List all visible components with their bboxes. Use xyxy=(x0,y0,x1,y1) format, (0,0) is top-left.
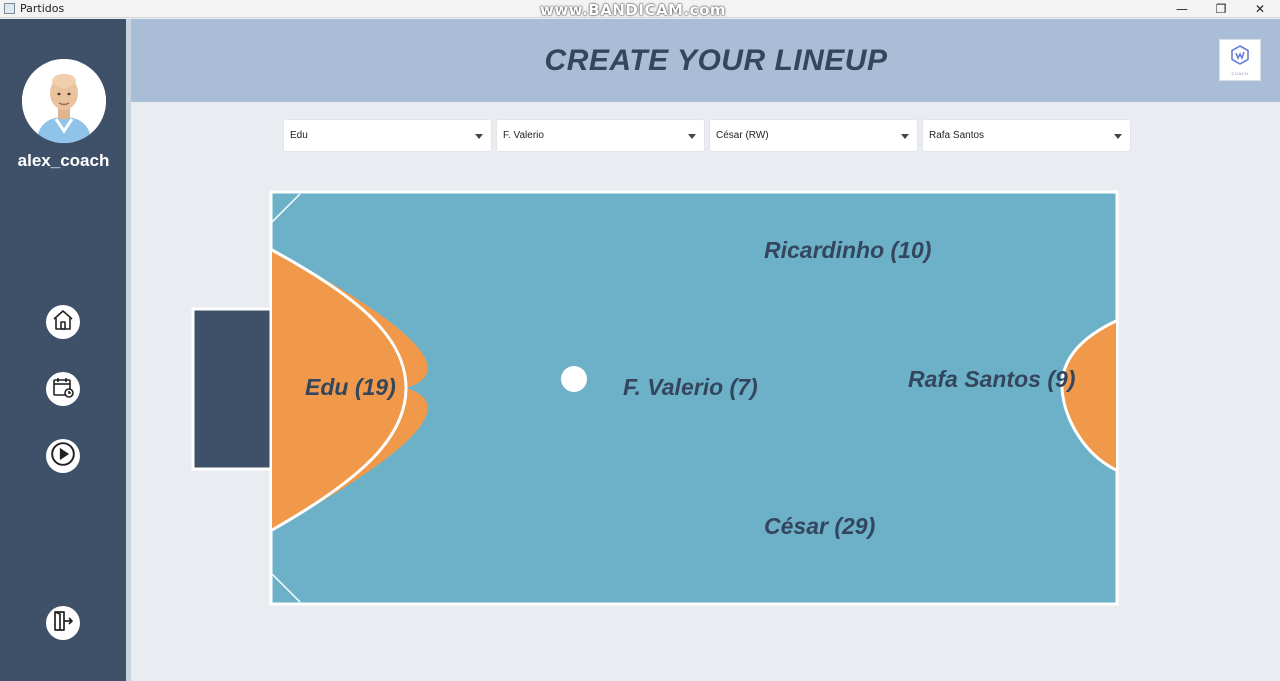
futsal-court: Edu (19) F. Valerio (7) Ricardinho (10) … xyxy=(190,188,1120,608)
goal xyxy=(191,307,273,471)
app-logo: COACH xyxy=(1219,39,1261,81)
chevron-down-icon xyxy=(688,134,696,139)
player-bottom[interactable]: César (29) xyxy=(764,513,875,540)
player-4-select[interactable]: Rafa Santos xyxy=(922,119,1131,152)
logo-icon xyxy=(1230,44,1250,70)
player-center[interactable]: F. Valerio (7) xyxy=(623,374,758,401)
window-title: Partidos xyxy=(20,2,65,15)
window-title-bar: Partidos www.BANDICAM.com — ❐ ✕ xyxy=(0,0,1280,19)
select-value: Edu xyxy=(290,130,308,141)
close-button[interactable]: ✕ xyxy=(1240,0,1280,18)
home-icon xyxy=(51,308,75,337)
play-icon xyxy=(50,441,76,472)
player-2-select[interactable]: F. Valerio xyxy=(496,119,705,152)
avatar[interactable] xyxy=(22,59,106,143)
username: alex_coach xyxy=(17,151,110,170)
logout-button[interactable] xyxy=(46,606,80,640)
header: CREATE YOUR LINEUP COACH xyxy=(131,19,1280,102)
maximize-button[interactable]: ❐ xyxy=(1201,0,1241,18)
goalkeeper-select[interactable]: Edu xyxy=(283,119,492,152)
minimize-button[interactable]: — xyxy=(1162,0,1202,18)
ball xyxy=(561,366,587,392)
sidebar-divider xyxy=(126,19,131,681)
calendar-icon xyxy=(51,375,75,404)
chevron-down-icon xyxy=(475,134,483,139)
logout-icon xyxy=(51,609,75,638)
home-button[interactable] xyxy=(46,305,80,339)
player-3-select[interactable]: César (RW) xyxy=(709,119,918,152)
player-top[interactable]: Ricardinho (10) xyxy=(764,237,931,264)
recording-watermark: www.BANDICAM.com xyxy=(540,1,727,19)
page-title: CREATE YOUR LINEUP xyxy=(544,44,888,77)
app-icon xyxy=(4,3,15,14)
play-button[interactable] xyxy=(46,439,80,473)
player-goalkeeper[interactable]: Edu (19) xyxy=(305,374,396,401)
chevron-down-icon xyxy=(901,134,909,139)
player-pivot[interactable]: Rafa Santos (9) xyxy=(908,366,1075,393)
select-value: Rafa Santos xyxy=(929,130,985,141)
select-value: F. Valerio xyxy=(503,130,544,141)
sidebar: alex_coach xyxy=(0,19,127,681)
chevron-down-icon xyxy=(1114,134,1122,139)
select-value: César (RW) xyxy=(716,130,769,141)
logo-text: COACH xyxy=(1231,70,1249,76)
calendar-button[interactable] xyxy=(46,372,80,406)
